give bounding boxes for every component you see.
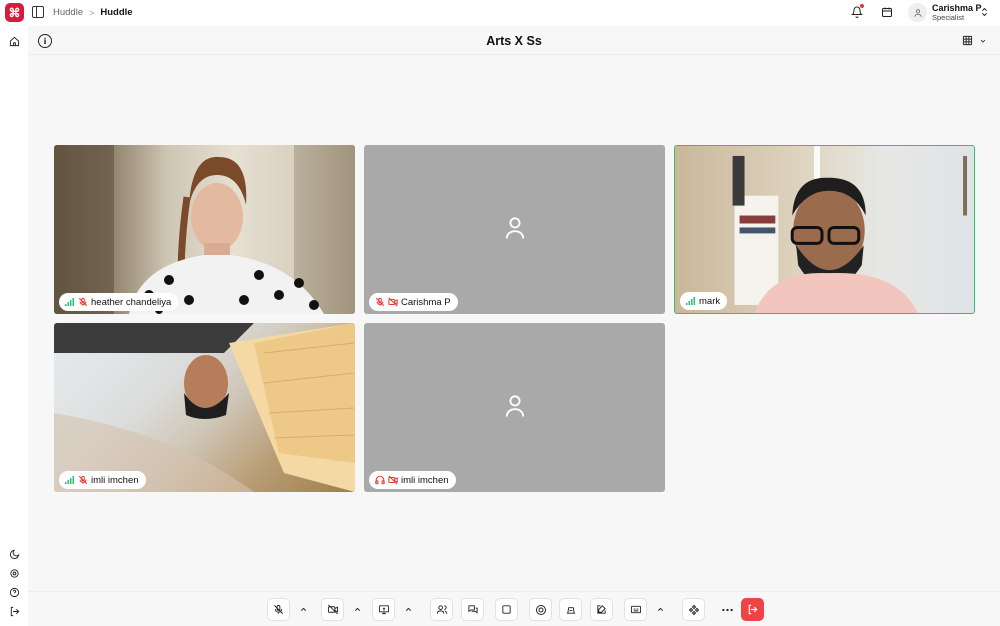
breadcrumb-item-current: Huddle (100, 7, 133, 18)
whiteboard-button[interactable] (495, 598, 518, 621)
camera-off-icon (388, 297, 398, 307)
notes-button[interactable] (590, 598, 613, 621)
chevron-up-icon (300, 607, 307, 611)
calendar-icon[interactable] (880, 5, 894, 19)
more-icon (722, 608, 733, 611)
participants-button[interactable] (430, 598, 453, 621)
whiteboard-icon (502, 605, 511, 614)
video-frame-art (54, 323, 355, 492)
mic-off-icon (274, 604, 283, 614)
captions-options-button[interactable] (649, 598, 672, 621)
help-icon[interactable] (8, 586, 20, 598)
captions-icon (630, 605, 641, 614)
mic-muted-icon (375, 297, 385, 307)
breadcrumb: Huddle > Huddle (53, 7, 133, 18)
user-role: Specialist (932, 13, 965, 22)
chevron-up-icon (405, 607, 412, 611)
participant-name: mark (699, 295, 721, 307)
signal-icon (65, 297, 75, 307)
notes-icon (597, 605, 606, 614)
apps-button[interactable] (682, 598, 705, 621)
notification-badge (860, 4, 864, 8)
page-title: Arts X Ss (486, 34, 542, 48)
mic-muted-icon (78, 297, 88, 307)
participant-name: imli imchen (91, 474, 139, 486)
participant-name-tag: mark (680, 292, 728, 310)
breadcrumb-separator: > (89, 7, 95, 18)
signal-icon (686, 296, 696, 306)
camera-off-icon (388, 475, 398, 485)
stage-button[interactable] (559, 598, 582, 621)
chat-button[interactable] (461, 598, 484, 621)
screen-share-icon (378, 605, 389, 615)
record-icon (535, 604, 546, 615)
sidebar-toggle-icon[interactable] (32, 6, 44, 18)
camera-options-button[interactable] (346, 598, 369, 621)
video-tile[interactable]: imli imchen (364, 323, 665, 492)
left-rail (0, 26, 28, 626)
record-button[interactable] (529, 598, 552, 621)
participant-name: Carishma P (401, 296, 451, 308)
chevron-updown-icon[interactable] (981, 7, 988, 19)
top-header: ⌘ Huddle > Huddle Carishma P Specialist (0, 0, 1000, 26)
home-icon[interactable] (8, 35, 20, 47)
avatar[interactable] (908, 3, 927, 22)
more-options-button[interactable] (716, 598, 739, 621)
participant-name-tag: imli imchen (369, 471, 456, 489)
meeting-controls-toolbar (28, 591, 1000, 626)
settings-icon[interactable] (8, 567, 20, 579)
screen-share-button[interactable] (372, 598, 395, 621)
headphones-icon (375, 475, 385, 485)
captions-button[interactable] (624, 598, 647, 621)
participant-name-tag: Carishma P (369, 293, 458, 311)
logout-icon[interactable] (8, 605, 20, 617)
user-placeholder-icon (504, 393, 526, 422)
mic-toggle-button[interactable] (267, 598, 290, 621)
moon-icon[interactable] (8, 548, 20, 560)
chevron-down-icon (980, 39, 986, 43)
video-frame-art (732, 146, 968, 313)
screen-share-options-button[interactable] (397, 598, 420, 621)
participant-name: heather chandeliya (91, 296, 172, 308)
signal-icon (65, 475, 75, 485)
camera-off-icon (327, 604, 338, 615)
chat-icon (467, 605, 478, 614)
participant-name-tag: heather chandeliya (59, 293, 179, 311)
chevron-up-icon (354, 607, 361, 611)
layout-selector[interactable] (962, 35, 987, 46)
bell-icon[interactable] (850, 4, 864, 19)
grid-icon (962, 35, 973, 46)
video-tile[interactable]: heather chandeliya (54, 145, 355, 314)
meeting-title-bar: i Arts X Ss (28, 26, 1000, 55)
stage-icon (566, 607, 575, 614)
participants-icon (436, 605, 447, 614)
mic-options-button[interactable] (292, 598, 315, 621)
meeting-area: i Arts X Ss heather chandeliya Carishma … (28, 26, 1000, 591)
apps-icon (688, 604, 699, 615)
video-tile[interactable]: Carishma P (364, 145, 665, 314)
user-placeholder-icon (504, 215, 526, 244)
participant-name-tag: imli imchen (59, 471, 146, 489)
video-tile[interactable]: imli imchen (54, 323, 355, 492)
participant-name: imli imchen (401, 474, 449, 486)
video-frame-art (54, 145, 355, 314)
user-name[interactable]: Carishma P (932, 3, 982, 13)
mic-muted-icon (78, 475, 88, 485)
chevron-up-icon (657, 607, 664, 611)
video-tile-active-speaker[interactable]: mark (674, 145, 975, 314)
leave-meeting-button[interactable] (741, 598, 764, 621)
app-logo[interactable]: ⌘ (5, 3, 24, 22)
breadcrumb-item-root[interactable]: Huddle (53, 7, 83, 18)
camera-toggle-button[interactable] (321, 598, 344, 621)
leave-icon (748, 604, 758, 615)
